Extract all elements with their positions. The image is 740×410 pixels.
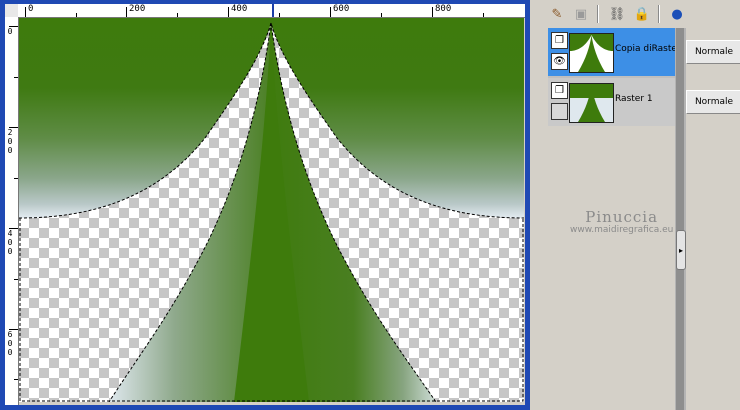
brush-wand-icon[interactable]: ✎ bbox=[547, 4, 567, 24]
layer-thumbnail bbox=[569, 83, 614, 123]
layer-type-icon: ❐ bbox=[551, 82, 568, 99]
layers-toolbar: ✎ ▣ ⛓ 🔒 ● bbox=[530, 0, 740, 28]
layer-type-icon: ❐ bbox=[551, 32, 568, 49]
panel-divider[interactable] bbox=[676, 28, 684, 410]
ruler-left-label-600-d2: 0 bbox=[7, 339, 13, 348]
ruler-left-label-0: 0 bbox=[7, 27, 13, 36]
blend-mode-dropdown[interactable]: Normale bbox=[686, 40, 740, 64]
watermark: Pinuccia www.maidiregrafica.eu bbox=[570, 208, 673, 235]
ruler-top-label-600: 600 bbox=[333, 4, 350, 14]
ruler-left-label-400-d2: 0 bbox=[7, 238, 13, 247]
toolbar-separator bbox=[658, 5, 660, 23]
canvas-inner: 0 200 400 600 800 0 2 0 0 4 0 0 6 0 0 bbox=[5, 4, 525, 405]
layer-thumbnail bbox=[569, 33, 614, 73]
blend-mode-dropdown[interactable]: Normale bbox=[686, 90, 740, 114]
splitter-handle[interactable]: ▸ bbox=[676, 230, 686, 270]
ruler-top-label-800: 800 bbox=[435, 4, 452, 14]
ruler-top-label-400: 400 bbox=[231, 4, 248, 14]
layer-mask-icon[interactable]: ▣ bbox=[571, 4, 591, 24]
watermark-name: Pinuccia bbox=[585, 208, 659, 226]
canvas-window: 0 200 400 600 800 0 2 0 0 4 0 0 6 0 0 bbox=[0, 0, 530, 410]
ruler-corner bbox=[5, 4, 19, 18]
ruler-top-label-0: 0 bbox=[28, 4, 34, 14]
link-icon[interactable]: ⛓ bbox=[607, 4, 627, 24]
layer-name: Copia diRaster bbox=[615, 44, 681, 54]
image-canvas[interactable] bbox=[19, 18, 524, 402]
globe-ball-icon[interactable]: ● bbox=[667, 4, 687, 24]
visibility-toggle[interactable] bbox=[551, 103, 568, 120]
lock-icon[interactable]: 🔒 bbox=[632, 4, 652, 24]
eye-icon[interactable]: 👁 bbox=[551, 53, 568, 70]
layer-row-raster-1[interactable]: ❐ Raster 1 bbox=[548, 78, 675, 126]
ruler-left-label-600-d1: 6 bbox=[7, 330, 13, 339]
ruler-left-label-400-d1: 4 bbox=[7, 229, 13, 238]
layer-row-copia-diraster[interactable]: ❐ 👁 Copia diRaster bbox=[548, 28, 681, 76]
layer-name: Raster 1 bbox=[615, 94, 653, 104]
ruler-top: 0 200 400 600 800 bbox=[18, 4, 525, 18]
ruler-left: 0 2 0 0 4 0 0 6 0 0 bbox=[5, 17, 19, 405]
curtain-artwork bbox=[19, 18, 524, 402]
ruler-left-label-400-d3: 0 bbox=[7, 247, 13, 256]
ruler-left-label-600-d3: 0 bbox=[7, 348, 13, 357]
layers-panel: ✎ ▣ ⛓ 🔒 ● ❐ 👁 Copia diRaster ❐ Raster 1 … bbox=[530, 0, 740, 410]
layer-list: ❐ 👁 Copia diRaster ❐ Raster 1 bbox=[548, 28, 681, 126]
toolbar-separator bbox=[597, 5, 599, 23]
ruler-left-label-200-d1: 2 bbox=[7, 128, 13, 137]
ruler-left-label-200-d3: 0 bbox=[7, 146, 13, 155]
watermark-site: www.maidiregrafica.eu bbox=[570, 225, 674, 235]
ruler-top-label-200: 200 bbox=[129, 4, 146, 14]
ruler-left-label-200-d2: 0 bbox=[7, 137, 13, 146]
